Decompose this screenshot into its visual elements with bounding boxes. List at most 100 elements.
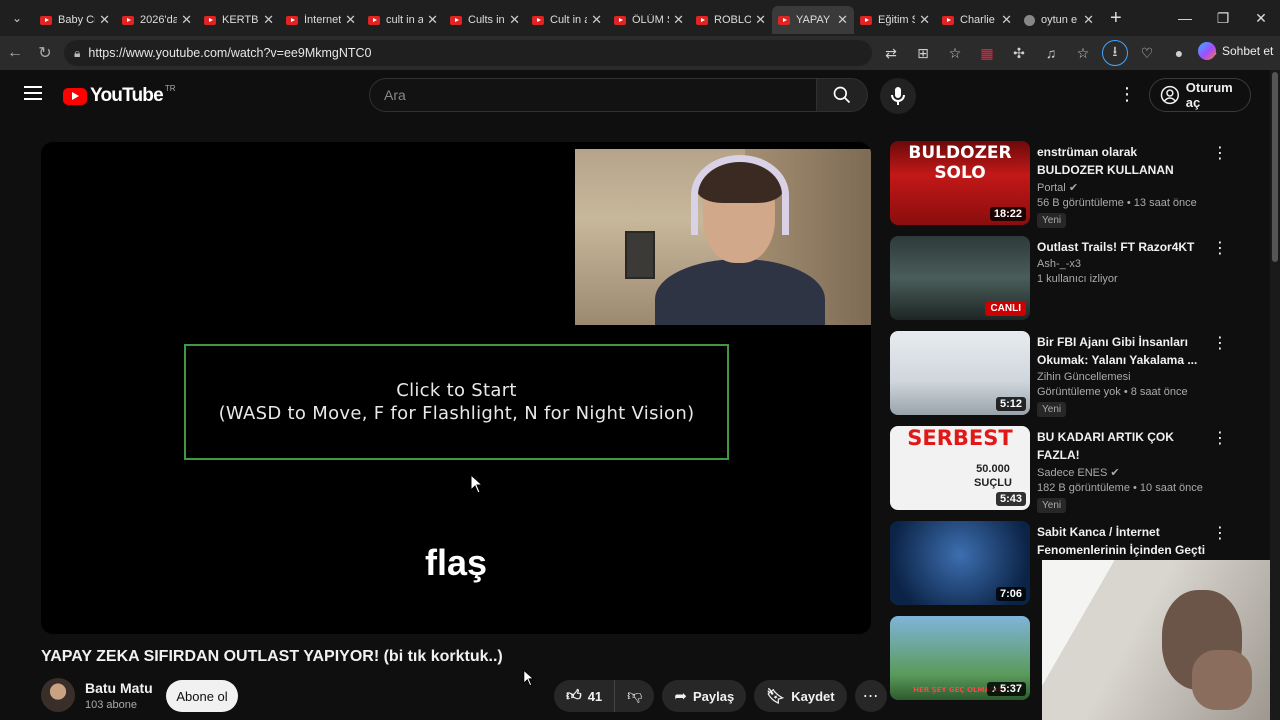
close-tab-icon[interactable]: ✕: [345, 12, 356, 28]
subscribe-button[interactable]: Abone ol: [166, 680, 238, 712]
search-input[interactable]: Ara: [369, 78, 816, 112]
channel-avatar[interactable]: [41, 678, 75, 712]
close-tab-icon[interactable]: ✕: [427, 12, 438, 28]
youtube-icon: [778, 15, 790, 25]
like-button[interactable]: 👍︎ 41: [554, 680, 616, 712]
video-player[interactable]: Click to Start (WASD to Move, F for Flas…: [41, 142, 871, 634]
recommendation-item[interactable]: SERBEST 50.000 SUÇLU 5:43 BU KADARI ARTI…: [890, 426, 1235, 521]
favorites-icon[interactable]: ☆: [1070, 40, 1096, 66]
item-menu-kebab-icon[interactable]: ⋮: [1212, 238, 1228, 258]
close-tab-icon[interactable]: ✕: [181, 12, 192, 28]
close-tab-icon[interactable]: ✕: [263, 12, 274, 28]
item-menu-kebab-icon[interactable]: ⋮: [1212, 523, 1228, 543]
browser-tab[interactable]: ÖLÜM S ✕: [608, 6, 690, 34]
video-thumbnail[interactable]: HER ŞEY GEÇ OLMADAN ♪ 5:37: [890, 616, 1030, 700]
maximize-icon[interactable]: ❐: [1204, 10, 1242, 27]
tab-label: Charlie: [960, 14, 995, 26]
close-tab-icon[interactable]: ✕: [673, 12, 684, 28]
video-thumbnail[interactable]: BULDOZER SOLO 18:22: [890, 141, 1030, 225]
item-menu-kebab-icon[interactable]: ⋮: [1212, 428, 1228, 448]
thumbnail-text: SERBEST: [907, 426, 1013, 450]
browser-tab[interactable]: YAPAY Z ✕: [772, 6, 854, 34]
extensions-icon[interactable]: ✣: [1006, 40, 1032, 66]
close-tab-icon[interactable]: ✕: [755, 12, 766, 28]
browser-tab[interactable]: cult in a ✕: [362, 6, 444, 34]
channel-name: Portal: [1037, 182, 1066, 194]
favorite-star-icon[interactable]: ☆: [942, 40, 968, 66]
page-scrollbar[interactable]: [1270, 70, 1280, 720]
video-thumbnail[interactable]: CANLI: [890, 236, 1030, 320]
share-button[interactable]: ➦ Paylaş: [662, 680, 747, 712]
close-tab-icon[interactable]: ✕: [837, 12, 848, 28]
calendar-extension-icon[interactable]: ▦: [974, 40, 1000, 66]
voice-search-button[interactable]: [880, 78, 916, 114]
save-button[interactable]: 🔖︎ Kaydet: [754, 680, 847, 712]
new-tab-icon[interactable]: +: [1110, 7, 1122, 30]
music-note-icon: ♪: [991, 683, 997, 695]
close-tab-icon[interactable]: ✕: [1001, 12, 1012, 28]
video-thumbnail[interactable]: 7:06: [890, 521, 1030, 605]
channel-name[interactable]: Batu Matu: [85, 680, 153, 696]
settings-kebab-icon[interactable]: ⋮: [1118, 84, 1136, 105]
browser-tab[interactable]: ROBLOX✕: [690, 6, 772, 34]
tab-label: YAPAY Z: [796, 14, 833, 26]
dislike-button[interactable]: 👎︎: [615, 680, 654, 712]
browser-tab[interactable]: 2026'da ✕: [116, 6, 198, 34]
webcam-pip-overlay: [1042, 560, 1280, 720]
browser-tab[interactable]: Baby Cr ✕: [34, 6, 116, 34]
new-badge: Yeni: [1037, 213, 1067, 228]
tab-label: Eğitim S: [878, 14, 916, 26]
tab-label: 2026'da: [140, 14, 178, 26]
browser-essentials-icon[interactable]: ♡: [1134, 40, 1160, 66]
recommendation-item[interactable]: CANLI Outlast Trails! FT Razor4KT Ash-_-…: [890, 236, 1235, 331]
mouse-cursor-icon: [470, 474, 484, 494]
browser-tab[interactable]: Cult in a ✕: [526, 6, 608, 34]
close-tab-icon[interactable]: ✕: [1083, 12, 1094, 28]
channel-name: Sadece ENES: [1037, 467, 1108, 479]
tab-label: İnternet: [304, 14, 342, 26]
youtube-logo[interactable]: YouTube TR: [63, 84, 176, 107]
minimize-icon[interactable]: —: [1166, 10, 1204, 26]
item-menu-kebab-icon[interactable]: ⋮: [1212, 143, 1228, 163]
tab-actions-menu-icon[interactable]: ⌄: [0, 0, 34, 36]
video-thumbnail[interactable]: SERBEST 50.000 SUÇLU 5:43: [890, 426, 1030, 510]
hamburger-menu-icon[interactable]: [24, 86, 42, 100]
video-thumbnail[interactable]: 5:12: [890, 331, 1030, 415]
browser-toolbar: ← ↻ 🔒︎ https://www.youtube.com/watch?v=e…: [0, 36, 1280, 70]
close-tab-icon[interactable]: ✕: [919, 12, 930, 28]
download-icon[interactable]: ⭳: [1102, 40, 1128, 66]
close-tab-icon[interactable]: ✕: [591, 12, 602, 28]
browser-tab[interactable]: Cults in ✕: [444, 6, 526, 34]
recommendation-item[interactable]: BULDOZER SOLO 18:22 enstrüman olarak BUL…: [890, 141, 1235, 236]
recommendation-item[interactable]: 5:12 Bir FBI Ajanı Gibi İnsanları Okumak…: [890, 331, 1235, 426]
close-window-icon[interactable]: ✕: [1242, 10, 1280, 27]
browser-tab[interactable]: KERTB ✕: [198, 6, 280, 34]
back-icon[interactable]: ←: [0, 44, 30, 62]
youtube-icon: [368, 15, 380, 25]
refresh-icon[interactable]: ↻: [30, 43, 60, 63]
item-menu-kebab-icon[interactable]: ⋮: [1212, 333, 1228, 353]
browser-tab[interactable]: Charlie ✕: [936, 6, 1018, 34]
translate-icon[interactable]: ⇄: [878, 40, 904, 66]
duration-badge: 5:43: [995, 492, 1026, 506]
profile-avatar-icon[interactable]: ●: [1166, 40, 1192, 66]
video-title: YAPAY ZEKA SIFIRDAN OUTLAST YAPIYOR! (bi…: [41, 648, 503, 665]
close-tab-icon[interactable]: ✕: [509, 12, 520, 28]
tab-label: oytun e: [1041, 14, 1078, 26]
scrollbar-thumb[interactable]: [1272, 72, 1278, 262]
click-to-start-box[interactable]: Click to Start (WASD to Move, F for Flas…: [184, 344, 729, 460]
signin-button[interactable]: Oturum aç: [1149, 78, 1251, 112]
media-control-icon[interactable]: ♫: [1038, 40, 1064, 66]
apps-icon[interactable]: ⊞: [910, 40, 936, 66]
wall-poster: [625, 231, 655, 279]
search-button[interactable]: [816, 78, 868, 112]
address-bar[interactable]: 🔒︎ https://www.youtube.com/watch?v=ee9Mk…: [64, 40, 872, 66]
site-info-icon[interactable]: 🔒︎: [74, 46, 80, 61]
more-actions-icon[interactable]: ⋯: [854, 680, 887, 712]
browser-tab[interactable]: oytun e ✕: [1018, 6, 1100, 34]
browser-tab[interactable]: İnternet ✕: [280, 6, 362, 34]
close-tab-icon[interactable]: ✕: [99, 12, 110, 28]
copilot-button[interactable]: Sohbet et: [1198, 42, 1273, 60]
channel-info: Batu Matu 103 abone: [41, 678, 153, 712]
browser-tab[interactable]: Eğitim S ✕: [854, 6, 936, 34]
